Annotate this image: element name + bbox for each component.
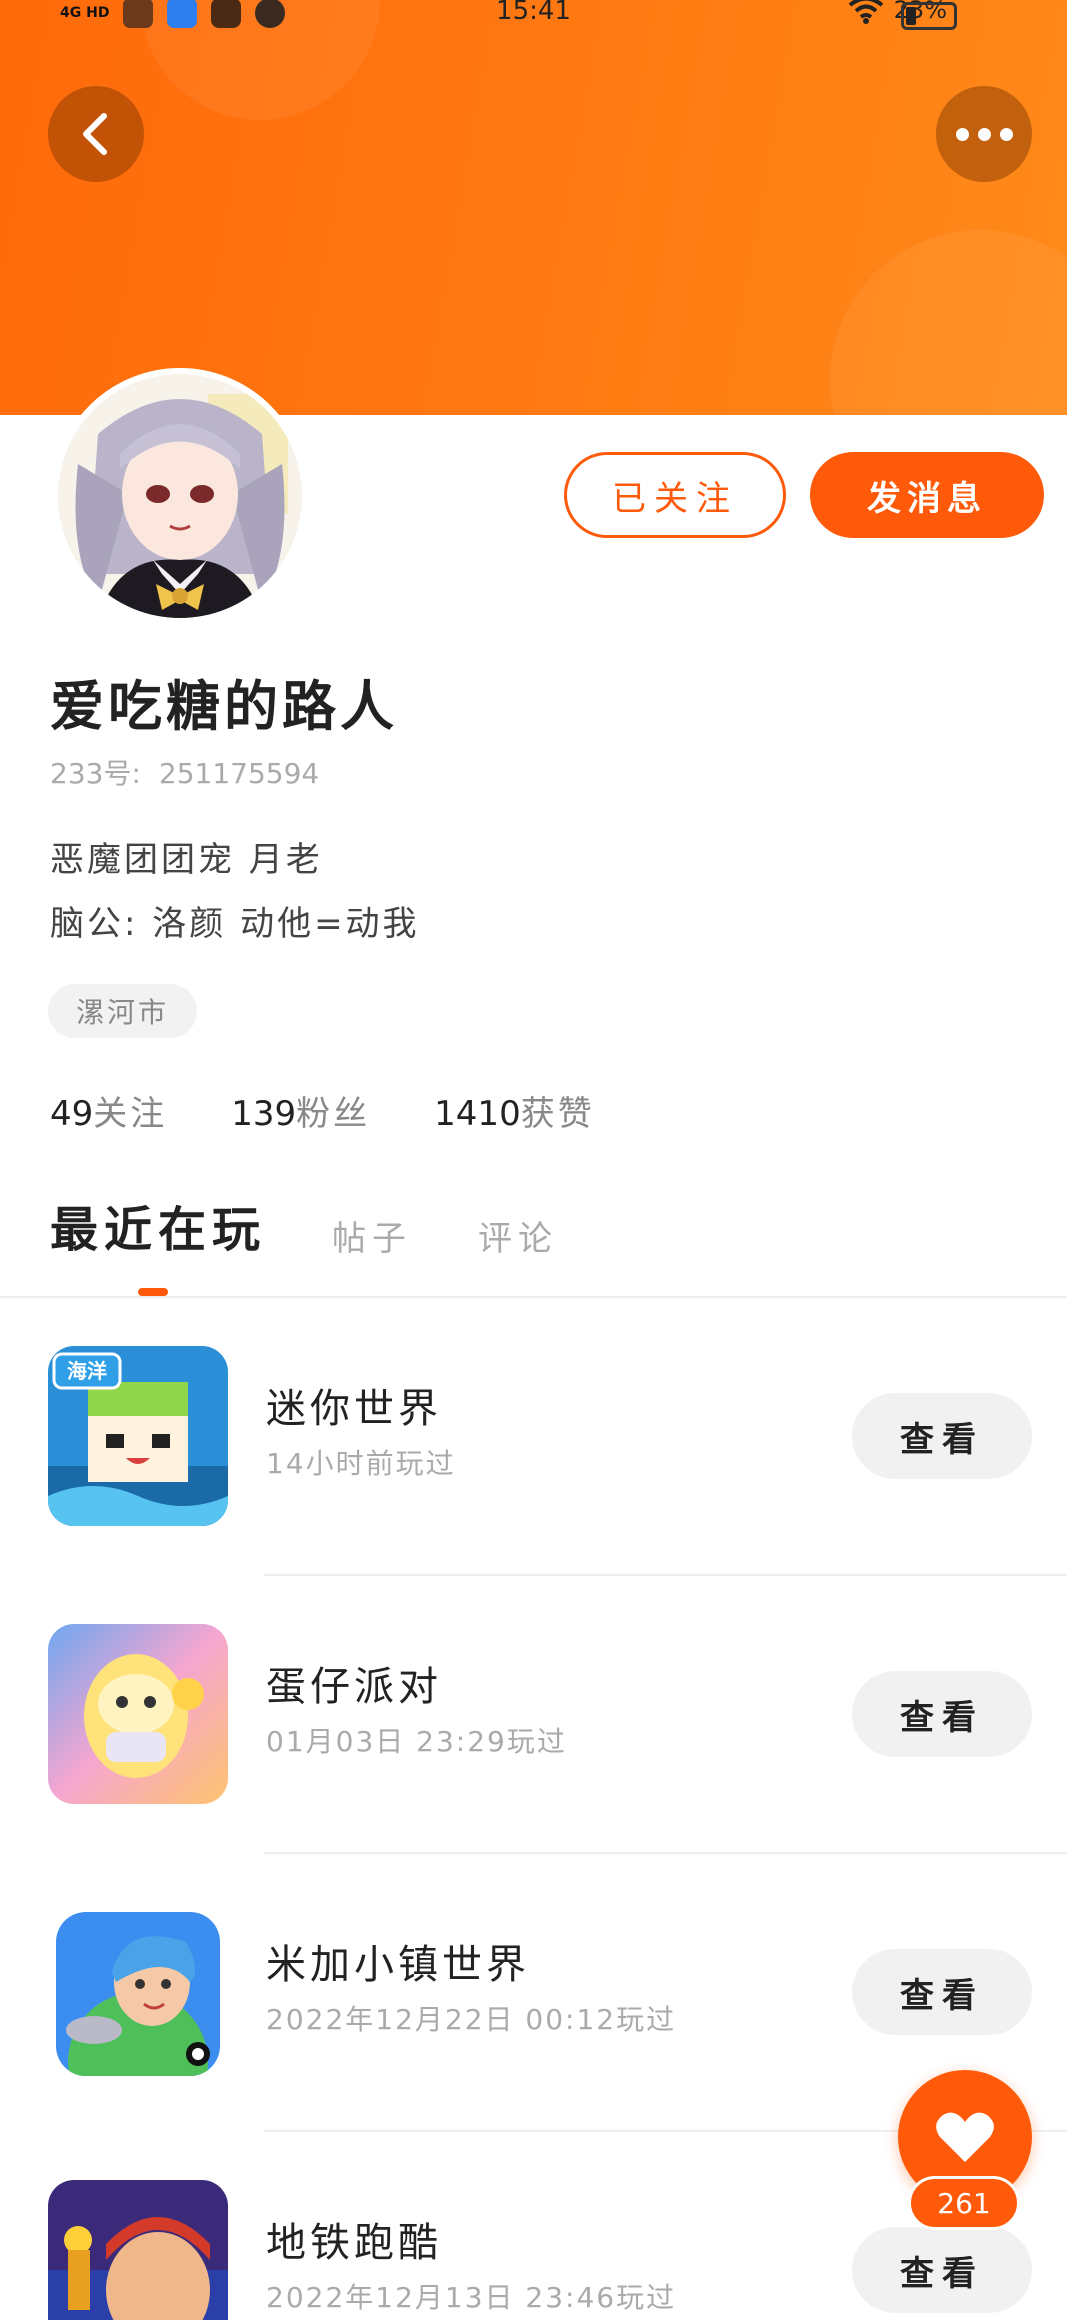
stat-number: 1410 bbox=[434, 1094, 521, 1134]
username: 爱吃糖的路人 bbox=[50, 675, 398, 738]
game-name: 蛋仔派对 bbox=[266, 1664, 442, 1710]
game-icon-mini-world: 海洋 bbox=[48, 1346, 228, 1526]
bio-line: 脑公: 洛颜 动他=动我 bbox=[50, 904, 420, 944]
back-button[interactable] bbox=[48, 86, 144, 182]
game-name: 地铁跑酷 bbox=[266, 2220, 442, 2266]
profile-stats: 49关注 139粉丝 1410获赞 bbox=[50, 1086, 595, 1135]
send-message-button[interactable]: 发消息 bbox=[810, 452, 1044, 538]
game-icon-eggy-party bbox=[48, 1624, 228, 1804]
stat-number: 139 bbox=[231, 1094, 297, 1134]
battery-icon bbox=[901, 2, 957, 30]
list-item[interactable]: 米加小镇世界 2022年12月22日 00:12玩过 查看 bbox=[0, 1854, 1067, 2134]
profile-header-background bbox=[0, 0, 1067, 415]
bio-line: 恶魔团团宠 月老 bbox=[50, 840, 323, 880]
wifi-icon bbox=[848, 0, 883, 24]
played-time: 01月03日 23:29玩过 bbox=[266, 1725, 567, 1758]
like-count-badge: 261 bbox=[908, 2176, 1020, 2230]
likes-stat[interactable]: 1410获赞 bbox=[434, 1086, 595, 1135]
avatar-image bbox=[58, 374, 302, 618]
stat-label: 关注 bbox=[93, 1094, 168, 1134]
more-dots-icon bbox=[955, 127, 1013, 141]
view-button[interactable]: 查看 bbox=[852, 1671, 1032, 1757]
followers-stat[interactable]: 139粉丝 bbox=[231, 1086, 370, 1135]
view-button[interactable]: 查看 bbox=[852, 1393, 1032, 1479]
played-time: 2022年12月22日 00:12玩过 bbox=[266, 2003, 677, 2036]
more-options-button[interactable] bbox=[936, 86, 1032, 182]
bio: 恶魔团团宠 月老 脑公: 洛颜 动他=动我 bbox=[50, 828, 420, 956]
stat-number: 49 bbox=[50, 1094, 94, 1134]
game-icon-subway-surfers bbox=[48, 2180, 228, 2320]
user-id: 233号: 251175594 bbox=[50, 752, 319, 792]
following-button[interactable]: 已关注 bbox=[564, 452, 786, 538]
tab-comments[interactable]: 评论 bbox=[478, 1211, 558, 1260]
heart-icon bbox=[936, 2112, 994, 2162]
following-stat[interactable]: 49关注 bbox=[50, 1086, 167, 1135]
list-item[interactable]: 海洋 迷你世界 14小时前玩过 查看 bbox=[0, 1296, 1067, 1576]
icon-badge-text: 海洋 bbox=[67, 1359, 107, 1383]
played-time: 2022年12月13日 23:46玩过 bbox=[266, 2281, 677, 2314]
stat-label: 粉丝 bbox=[296, 1094, 371, 1134]
game-name: 迷你世界 bbox=[266, 1386, 442, 1432]
game-name: 米加小镇世界 bbox=[266, 1942, 530, 1988]
status-bar: 4G HD 15:41 23% bbox=[0, 0, 1067, 34]
stat-label: 获赞 bbox=[520, 1094, 595, 1134]
tab-recently-played[interactable]: 最近在玩 bbox=[50, 1190, 266, 1260]
user-id-value: 251175594 bbox=[158, 757, 320, 790]
avatar[interactable] bbox=[52, 368, 308, 624]
tab-posts[interactable]: 帖子 bbox=[332, 1211, 412, 1260]
user-id-label: 233号: bbox=[50, 757, 141, 790]
profile-tabs: 最近在玩 帖子 评论 bbox=[50, 1190, 558, 1260]
list-item[interactable]: 蛋仔派对 01月03日 23:29玩过 查看 bbox=[0, 1576, 1067, 1856]
chevron-left-icon bbox=[83, 113, 107, 155]
view-button[interactable]: 查看 bbox=[852, 2227, 1032, 2313]
view-button[interactable]: 查看 bbox=[852, 1949, 1032, 2035]
game-icon-miga-town bbox=[56, 1912, 220, 2076]
location-tag: 漯河市 bbox=[48, 984, 198, 1038]
active-tab-indicator bbox=[138, 1288, 168, 1296]
played-time: 14小时前玩过 bbox=[266, 1447, 456, 1480]
